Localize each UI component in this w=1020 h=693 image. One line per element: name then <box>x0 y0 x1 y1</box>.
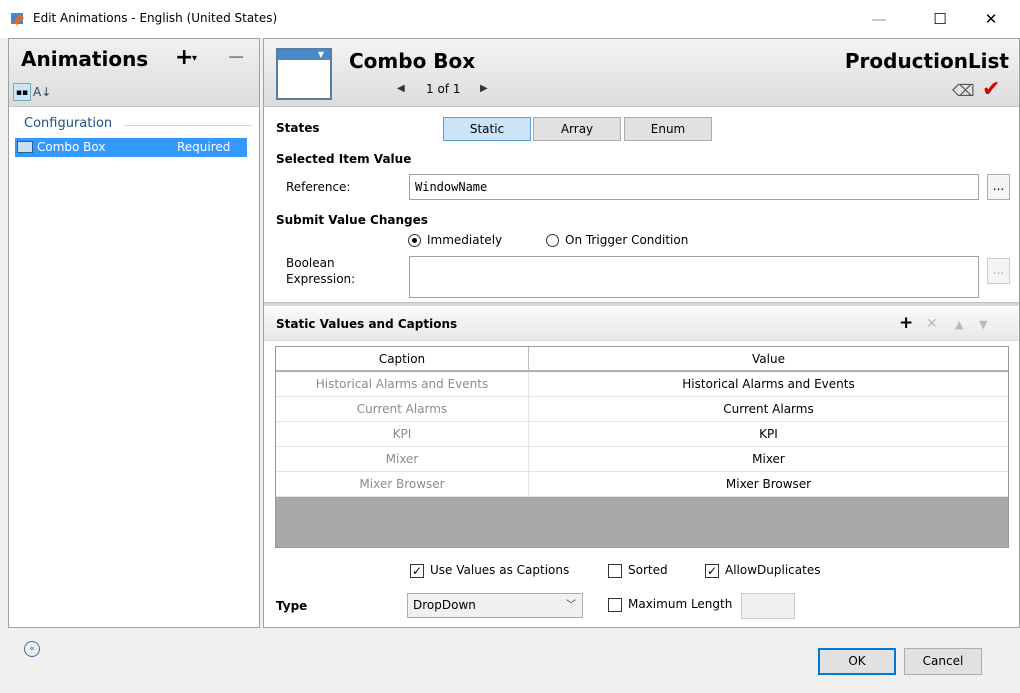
caption-cell: Current Alarms <box>276 397 529 422</box>
caption-cell: Mixer <box>276 447 529 472</box>
caption-cell: Mixer Browser <box>276 472 529 497</box>
categorized-view-icon[interactable]: ▪▪ <box>13 83 31 101</box>
table-row[interactable]: KPI KPI <box>276 422 1008 447</box>
maximum-length-label: Maximum Length <box>628 597 733 611</box>
use-values-as-captions-label: Use Values as Captions <box>430 563 570 577</box>
window-title: Edit Animations - English (United States… <box>33 11 278 25</box>
sorted-label: Sorted <box>628 563 668 577</box>
add-row-icon[interactable]: + <box>899 313 913 333</box>
value-column-header[interactable]: Value <box>529 347 1008 371</box>
edit-animations-app-icon <box>11 13 24 25</box>
next-icon[interactable]: ▶ <box>480 83 488 94</box>
trigger-condition-radio[interactable] <box>546 234 559 247</box>
combo-box-icon <box>17 141 33 153</box>
immediately-radio[interactable] <box>408 234 421 247</box>
animation-editor-panel: ▼ Combo Box ◀ 1 of 1 ▶ ProductionList ⌫ … <box>263 38 1020 628</box>
expression-label: Expression: <box>286 272 356 286</box>
table-row[interactable]: Historical Alarms and Events Historical … <box>276 372 1008 397</box>
type-label: Type <box>276 599 308 613</box>
boolean-browse-button[interactable]: ... <box>987 258 1010 284</box>
collapse-panel-icon[interactable]: « <box>24 641 40 657</box>
cancel-button[interactable]: Cancel <box>904 648 982 675</box>
pager-text: 1 of 1 <box>426 82 461 96</box>
table-row[interactable]: Current Alarms Current Alarms <box>276 397 1008 422</box>
sorted-checkbox[interactable] <box>608 564 622 578</box>
value-cell[interactable]: Historical Alarms and Events <box>529 372 1008 397</box>
reference-browse-button[interactable]: ... <box>987 174 1010 200</box>
allow-duplicates-checkbox[interactable]: ✓ <box>705 564 719 578</box>
editor-title: Combo Box <box>349 49 476 73</box>
state-static-button[interactable]: Static <box>443 117 531 141</box>
previous-icon[interactable]: ◀ <box>397 83 405 94</box>
static-values-label: Static Values and Captions <box>276 317 458 331</box>
reference-label: Reference: <box>286 180 351 194</box>
boolean-expression-input[interactable] <box>409 256 979 298</box>
move-down-icon[interactable]: ▼ <box>979 318 987 331</box>
move-up-icon[interactable]: ▲ <box>955 318 963 331</box>
chevron-down-icon: ﹀ <box>566 600 576 611</box>
editor-header: ▼ Combo Box ◀ 1 of 1 ▶ ProductionList ⌫ … <box>264 39 1019 107</box>
value-cell[interactable]: Mixer Browser <box>529 472 1008 497</box>
selected-item-value-label: Selected Item Value <box>276 152 412 166</box>
type-dropdown[interactable]: DropDown ﹀ <box>407 593 583 618</box>
static-values-grid: Caption Value Historical Alarms and Even… <box>275 346 1009 548</box>
caption-cell: Historical Alarms and Events <box>276 372 529 397</box>
add-animation-button[interactable]: + <box>175 45 193 70</box>
allow-duplicates-label: AllowDuplicates <box>725 563 821 577</box>
validate-check-icon[interactable]: ✔ <box>982 77 1000 102</box>
type-dropdown-value: DropDown <box>413 598 476 612</box>
static-values-header: Static Values and Captions + ✕ ▲ ▼ <box>264 307 1019 341</box>
animations-panel: Animations + ▾ − ▪▪ A↓ Configuration Com… <box>8 38 260 628</box>
maximum-length-checkbox[interactable] <box>608 598 622 612</box>
trigger-condition-label: On Trigger Condition <box>565 233 689 247</box>
table-row[interactable]: Mixer Mixer <box>276 447 1008 472</box>
section-splitter[interactable] <box>264 302 1019 306</box>
animation-item-status: Required <box>177 140 231 154</box>
element-name: ProductionList <box>844 49 1009 73</box>
use-values-as-captions-checkbox[interactable]: ✓ <box>410 564 424 578</box>
value-cell[interactable]: Current Alarms <box>529 397 1008 422</box>
state-enum-button[interactable]: Enum <box>624 117 712 141</box>
value-cell[interactable]: KPI <box>529 422 1008 447</box>
minimize-button[interactable]: — <box>856 0 902 38</box>
caption-column-header[interactable]: Caption <box>276 347 529 371</box>
reference-input[interactable]: WindowName <box>409 174 979 200</box>
boolean-label: Boolean <box>286 256 335 270</box>
animations-header: Animations + ▾ − ▪▪ A↓ <box>9 39 259 107</box>
animation-list-item[interactable]: Combo Box Required <box>15 138 247 157</box>
remove-animation-button[interactable]: − <box>227 45 245 70</box>
submit-value-changes-label: Submit Value Changes <box>276 213 428 227</box>
immediately-label: Immediately <box>427 233 503 247</box>
state-array-button[interactable]: Array <box>533 117 621 141</box>
category-divider <box>124 125 252 126</box>
animations-title: Animations <box>21 47 149 71</box>
ok-button[interactable]: OK <box>818 648 896 675</box>
configuration-category: Configuration <box>24 116 113 131</box>
animation-item-name: Combo Box <box>37 140 106 154</box>
maximum-length-input[interactable] <box>741 593 795 619</box>
grid-header: Caption Value <box>276 347 1008 371</box>
eraser-icon[interactable]: ⌫ <box>952 81 975 100</box>
close-button[interactable]: ✕ <box>968 0 1014 38</box>
add-animation-dropdown-icon[interactable]: ▾ <box>192 53 197 64</box>
title-bar: Edit Animations - English (United States… <box>0 0 1020 38</box>
states-label: States <box>276 121 320 135</box>
combo-box-large-icon: ▼ <box>276 48 332 100</box>
delete-row-icon[interactable]: ✕ <box>926 316 938 332</box>
maximize-button[interactable]: ☐ <box>917 0 963 38</box>
caption-cell: KPI <box>276 422 529 447</box>
table-row[interactable]: Mixer Browser Mixer Browser <box>276 472 1008 497</box>
alphabetical-sort-icon[interactable]: A↓ <box>33 83 51 101</box>
value-cell[interactable]: Mixer <box>529 447 1008 472</box>
